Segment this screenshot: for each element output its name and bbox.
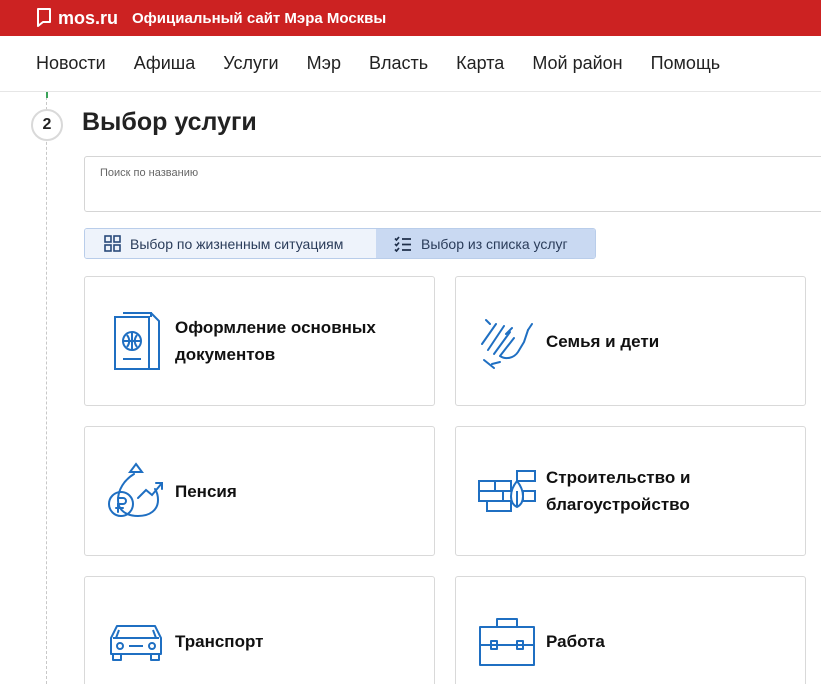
car-icon <box>105 606 167 676</box>
nav-item-my-district[interactable]: Мой район <box>532 53 622 74</box>
nav-item-help[interactable]: Помощь <box>651 53 721 74</box>
category-label: Семья и дети <box>546 331 660 351</box>
category-card-family[interactable]: Семья и дети <box>455 276 806 406</box>
selection-mode-tabs: Выбор по жизненным ситуациям Выбор из сп… <box>84 228 596 259</box>
step-number-badge: 2 <box>31 109 63 141</box>
bricks-leaf-icon <box>476 456 538 526</box>
nav-item-mayor[interactable]: Мэр <box>307 53 341 74</box>
category-card-pension[interactable]: Пенсия <box>84 426 435 556</box>
search-input[interactable] <box>99 183 799 207</box>
nav-item-news[interactable]: Новости <box>36 53 106 74</box>
category-label: Транспорт <box>175 631 264 651</box>
brand-link[interactable]: mos.ru <box>58 8 118 29</box>
grid-icon <box>103 235 121 253</box>
nav-item-authority[interactable]: Власть <box>369 53 428 74</box>
tab-label: Выбор из списка услуг <box>421 235 568 252</box>
tab-life-situations[interactable]: Выбор по жизненным ситуациям <box>85 229 376 258</box>
page-title: Выбор услуги <box>82 108 257 136</box>
search-label: Поиск по названию <box>100 167 199 179</box>
passport-icon <box>105 306 167 376</box>
nav-item-services[interactable]: Услуги <box>223 53 278 74</box>
category-card-construction[interactable]: Строительство и благоустройство <box>455 426 806 556</box>
top-bar: mos.ru Официальный сайт Мэра Москвы <box>0 0 821 36</box>
category-card-documents[interactable]: Оформление основных документов <box>84 276 435 406</box>
main-nav: Новости Афиша Услуги Мэр Власть Карта Мо… <box>0 36 821 92</box>
checklist-icon <box>394 235 412 253</box>
tab-service-list[interactable]: Выбор из списка услуг <box>376 229 595 258</box>
category-label: Строительство и благоустройство <box>546 468 691 514</box>
briefcase-icon <box>476 606 538 676</box>
tab-label: Выбор по жизненным ситуациям <box>130 235 344 252</box>
step-progress-line <box>46 92 47 684</box>
search-box[interactable]: Поиск по названию <box>84 156 821 212</box>
category-label: Оформление основных документов <box>175 318 376 364</box>
nav-item-map[interactable]: Карта <box>456 53 504 74</box>
category-label: Работа <box>546 631 605 651</box>
nav-item-afisha[interactable]: Афиша <box>134 53 196 74</box>
pension-bag-icon <box>105 456 167 526</box>
site-title[interactable]: Официальный сайт Мэра Москвы <box>132 10 386 27</box>
hands-icon <box>476 306 538 376</box>
mos-logo-icon[interactable] <box>36 8 52 28</box>
step-progress-line-done <box>46 92 48 98</box>
category-label: Пенсия <box>175 481 237 501</box>
category-card-work[interactable]: Работа <box>455 576 806 684</box>
category-card-transport[interactable]: Транспорт <box>84 576 435 684</box>
